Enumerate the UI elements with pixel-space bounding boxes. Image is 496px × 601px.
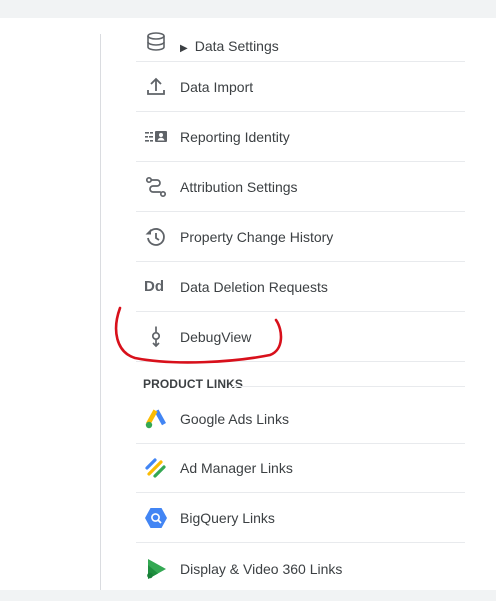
menu-item-label: Data Import <box>180 79 254 95</box>
menu-item-bigquery-links[interactable]: BigQuery Links <box>136 493 465 543</box>
menu-item-label: Data Deletion Requests <box>180 279 328 295</box>
menu-item-label: Property Change History <box>180 229 334 245</box>
menu-item-label: BigQuery Links <box>180 510 275 526</box>
debug-icon <box>144 325 168 349</box>
menu-item-label: Reporting Identity <box>180 129 290 145</box>
menu-item-data-import[interactable]: Data Import <box>136 62 465 112</box>
expand-caret-icon[interactable]: ▶ <box>180 43 188 54</box>
product-links-heading: PRODUCT LINKS <box>143 377 243 391</box>
menu-item-debugview[interactable]: DebugView <box>136 312 465 362</box>
google-ads-icon <box>144 407 168 431</box>
identity-icon <box>144 125 168 149</box>
menu-item-label: DebugView <box>180 329 252 345</box>
sidebar-divider <box>100 34 101 590</box>
ad-manager-icon <box>144 456 168 480</box>
bottom-bar <box>0 590 496 601</box>
menu-item-data-settings[interactable]: ▶ Data Settings <box>136 12 465 62</box>
menu-item-google-ads-links[interactable]: Google Ads Links <box>136 394 465 444</box>
menu-item-label: Google Ads Links <box>180 411 289 427</box>
bigquery-icon <box>144 506 168 530</box>
menu-item-display-video-360-links[interactable]: Display & Video 360 Links <box>136 544 465 594</box>
menu-item-ad-manager-links[interactable]: Ad Manager Links <box>136 443 465 493</box>
deletion-icon: Dd <box>144 278 164 295</box>
display-video-360-icon <box>144 557 168 581</box>
menu-item-label: Data Settings <box>194 38 279 54</box>
menu-item-reporting-identity[interactable]: Reporting Identity <box>136 112 465 162</box>
section-divider <box>232 386 465 387</box>
menu-item-label: Attribution Settings <box>180 179 298 195</box>
menu-item-property-change-history[interactable]: Property Change History <box>136 212 465 262</box>
database-icon <box>144 30 168 54</box>
upload-icon <box>144 75 168 99</box>
menu-item-data-deletion-requests[interactable]: Dd Data Deletion Requests <box>136 262 465 312</box>
menu-item-label: Display & Video 360 Links <box>180 561 343 577</box>
history-icon <box>144 225 168 249</box>
menu-item-attribution-settings[interactable]: Attribution Settings <box>136 162 465 212</box>
attribution-icon <box>144 175 168 199</box>
menu-item-label: Ad Manager Links <box>180 460 293 476</box>
